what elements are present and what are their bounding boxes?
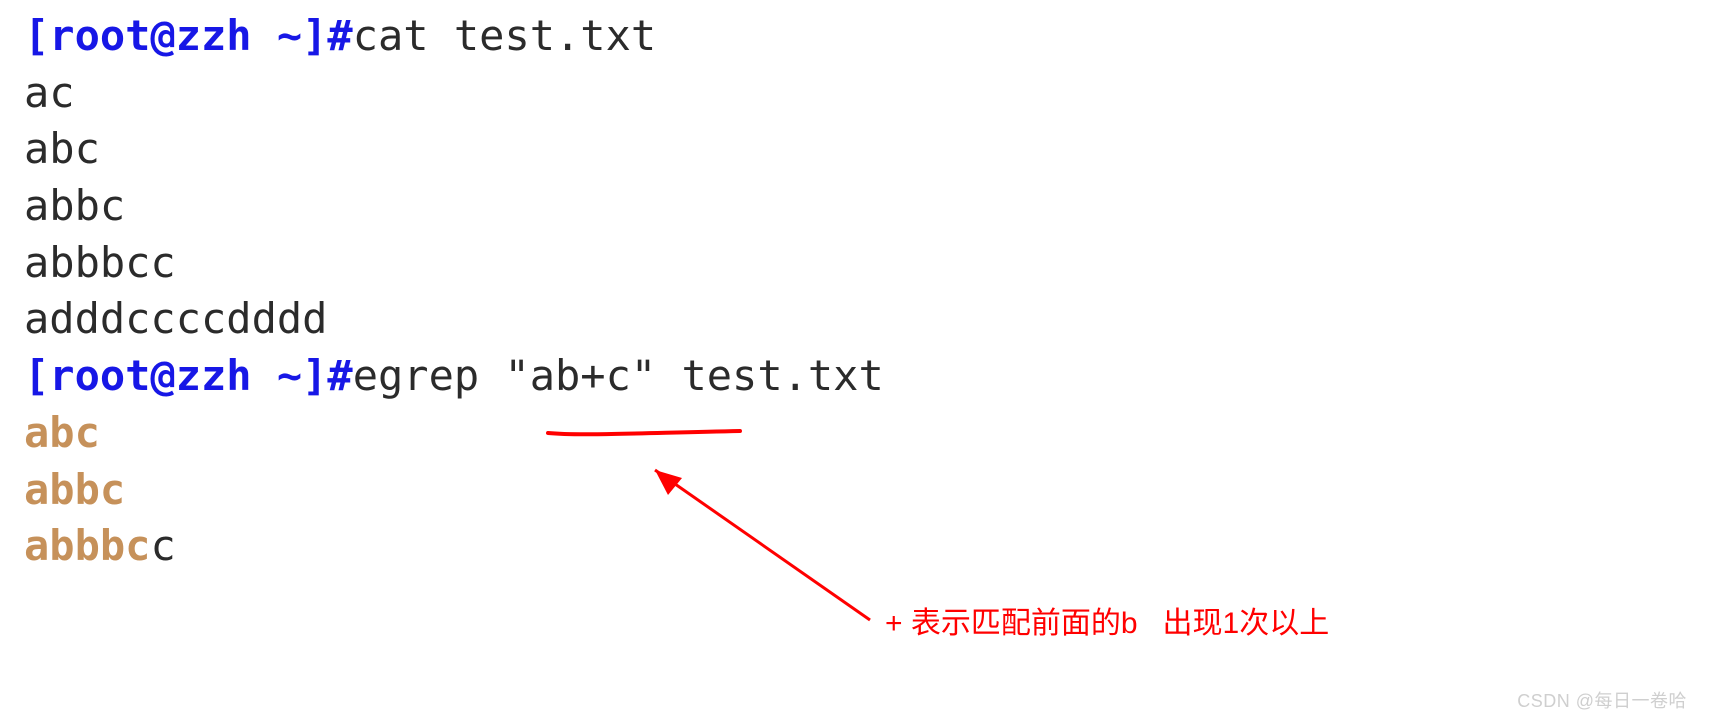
file-output-line: ac [24, 65, 1711, 122]
grep-result-line: abbc [24, 462, 1711, 519]
shell-command: cat test.txt [353, 11, 656, 60]
annotation-text: + 表示匹配前面的b 出现1次以上 [885, 598, 1329, 642]
grep-result-line: abc [24, 405, 1711, 462]
grep-match: abbc [24, 465, 125, 514]
grep-result-line: abbbcc [24, 518, 1711, 575]
file-output-line: abbc [24, 178, 1711, 235]
shell-prompt: [root@zzh ~]# [24, 11, 353, 60]
terminal-line-cat: [root@zzh ~]#cat test.txt [24, 8, 1711, 65]
grep-match: abbbc [24, 521, 150, 570]
shell-prompt: [root@zzh ~]# [24, 351, 353, 400]
file-output-line: adddccccdddd [24, 291, 1711, 348]
grep-rest: c [150, 521, 175, 570]
file-output-line: abc [24, 121, 1711, 178]
terminal-line-egrep: [root@zzh ~]#egrep "ab+c" test.txt [24, 348, 1711, 405]
watermark-text: CSDN @每日一卷哈 [1517, 687, 1687, 713]
shell-command: egrep "ab+c" test.txt [353, 351, 884, 400]
grep-match: abc [24, 408, 100, 457]
file-output-line: abbbcc [24, 235, 1711, 292]
